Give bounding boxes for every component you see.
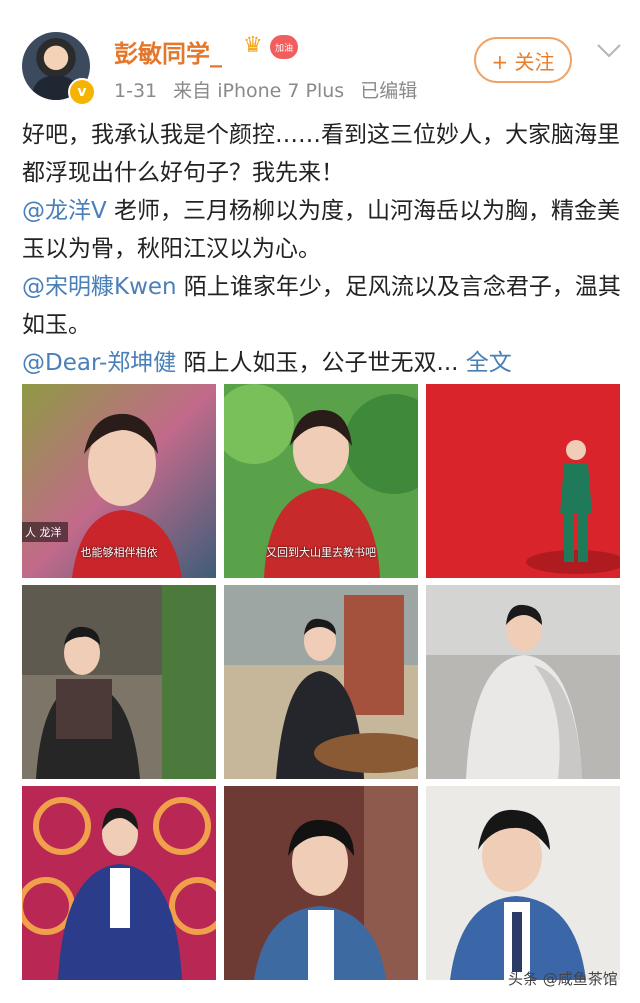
mention-link[interactable]: @Dear-郑坤健 (22, 350, 176, 376)
edited-label: 已编辑 (360, 80, 418, 102)
post-source: 来自 iPhone 7 Plus (173, 80, 345, 102)
photo-7[interactable] (22, 786, 216, 980)
chevron-down-icon[interactable] (596, 40, 622, 65)
photo-6[interactable] (426, 585, 620, 779)
photo-3[interactable] (426, 384, 620, 578)
post-date: 1-31 (114, 80, 158, 102)
post-intro: 好吧，我承认我是个颜控……看到这三位妙人，大家脑海里都浮现出什么好句子？我先来！ (22, 122, 620, 186)
follow-button[interactable]: + 关注 (474, 37, 572, 83)
side-caption: 人 龙洋 (25, 525, 62, 539)
full-text-link[interactable]: 全文 (459, 350, 512, 376)
image-grid: 人 龙洋 也能够相伴相依 又回到大山里去教书吧 (22, 384, 620, 980)
post-body: 好吧，我承认我是个颜控……看到这三位妙人，大家脑海里都浮现出什么好句子？我先来！… (22, 116, 622, 382)
post-text: 陌上人如玉，公子世无双... (176, 350, 459, 376)
post-paragraph-2: @宋明糠Kwen 陌上谁家年少，足风流以及言念君子，温其如玉。 (22, 268, 622, 344)
photo-8[interactable] (224, 786, 418, 980)
fan-badge: 加油 (270, 35, 298, 59)
username[interactable]: 彭敏同学_ (114, 34, 222, 69)
mention-link[interactable]: @宋明糠Kwen (22, 274, 177, 300)
post-paragraph-1: @龙洋V 老师，三月杨柳以为度，山河海岳以为胸，精金美玉以为骨，秋阳江汉以为心。 (22, 192, 622, 268)
post-text: 老师，三月杨柳以为度，山河海岳以为胸，精金美玉以为骨，秋阳江汉以为心。 (22, 198, 621, 262)
mention-link[interactable]: @龙洋V (22, 198, 107, 224)
post-meta: 1-31 来自 iPhone 7 Plus 已编辑 (114, 76, 427, 103)
watermark: 头条 @咸鱼茶馆 (508, 970, 618, 988)
photo-9[interactable] (426, 786, 620, 980)
photo-caption: 又回到大山里去教书吧 (266, 546, 376, 559)
post-header: v 彭敏同学_ ♛ 加油 1-31 来自 iPhone 7 Plus 已编辑 +… (0, 0, 640, 115)
crown-icon: ♛ (243, 33, 263, 58)
photo-5[interactable] (224, 585, 418, 779)
verified-badge-icon: v (68, 78, 96, 106)
photo-4[interactable] (22, 585, 216, 779)
photo-2[interactable]: 又回到大山里去教书吧 (224, 384, 418, 578)
post-paragraph-3: @Dear-郑坤健 陌上人如玉，公子世无双... 全文 (22, 344, 622, 382)
photo-1[interactable]: 人 龙洋 也能够相伴相依 (22, 384, 216, 578)
photo-caption: 也能够相伴相依 (80, 546, 158, 559)
